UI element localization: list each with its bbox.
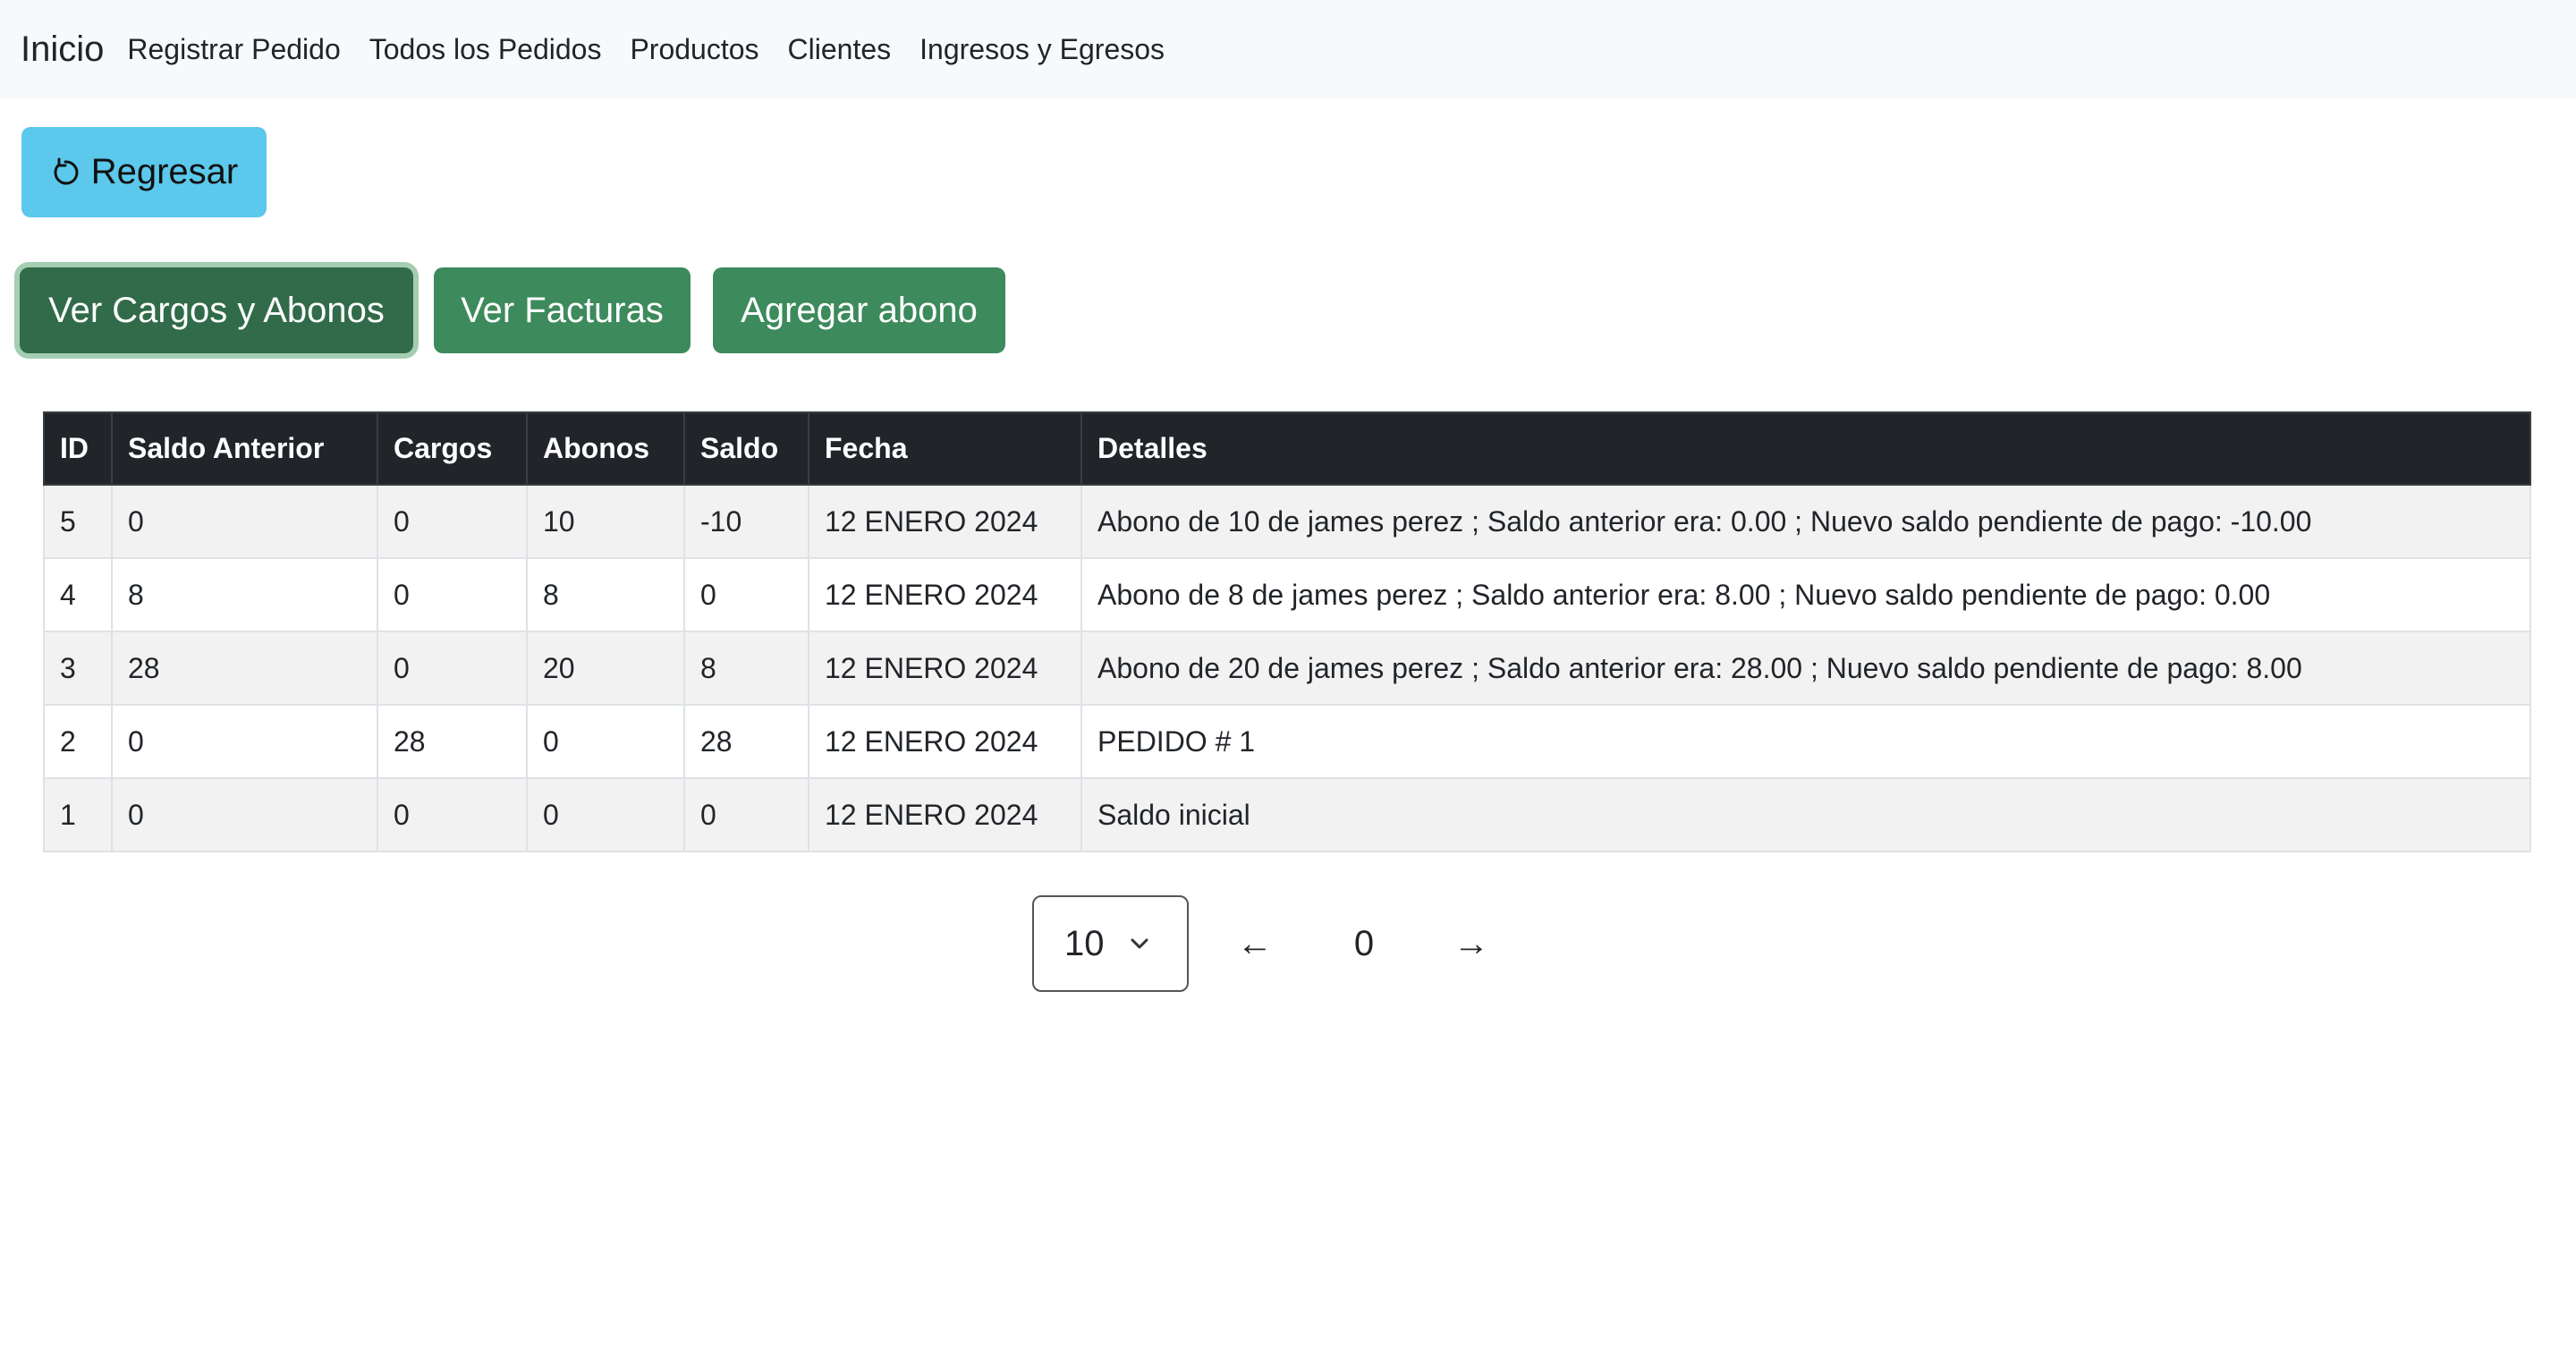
cell-saldo-anterior: 8 <box>111 557 378 632</box>
nav-link-clientes[interactable]: Clientes <box>788 33 892 66</box>
nav-link-ingresos-egresos[interactable]: Ingresos y Egresos <box>919 33 1165 66</box>
cell-detalles: Saldo inicial <box>1080 777 2531 852</box>
nav-brand-inicio[interactable]: Inicio <box>21 30 104 70</box>
app-screen: Inicio Registrar Pedido Todos los Pedido… <box>0 0 2576 1347</box>
cell-abonos: 0 <box>526 777 685 852</box>
ver-facturas-button[interactable]: Ver Facturas <box>434 267 691 353</box>
cell-abonos: 0 <box>526 704 685 779</box>
cell-cargos: 0 <box>377 631 528 706</box>
page-size-value: 10 <box>1064 923 1105 963</box>
back-button-label: Regresar <box>90 152 239 191</box>
cell-id: 5 <box>43 484 113 559</box>
prev-page-arrow-icon[interactable]: ← <box>1228 924 1282 964</box>
header-saldo: Saldo <box>683 411 809 486</box>
header-id: ID <box>43 411 113 486</box>
cell-saldo-anterior: 28 <box>111 631 378 706</box>
cell-abonos: 8 <box>526 557 685 632</box>
cell-fecha: 12 ENERO 2024 <box>808 704 1082 779</box>
agregar-abono-button[interactable]: Agregar abono <box>713 267 1005 353</box>
table-row: 1 0 0 0 0 12 ENERO 2024 Saldo inicial <box>43 777 2531 852</box>
cell-saldo-anterior: 0 <box>111 777 378 852</box>
chevron-down-icon <box>1130 937 1149 950</box>
cell-cargos: 28 <box>377 704 528 779</box>
nav-link-todos-los-pedidos[interactable]: Todos los Pedidos <box>369 33 602 66</box>
header-cargos: Cargos <box>377 411 528 486</box>
table-row: 4 8 0 8 0 12 ENERO 2024 Abono de 8 de ja… <box>43 557 2531 632</box>
cell-cargos: 0 <box>377 484 528 559</box>
table-row: 3 28 0 20 8 12 ENERO 2024 Abono de 20 de… <box>43 631 2531 706</box>
ledger-table: ID Saldo Anterior Cargos Abonos Saldo Fe… <box>43 411 2531 852</box>
header-fecha: Fecha <box>808 411 1082 486</box>
nav-link-registrar-pedido[interactable]: Registrar Pedido <box>127 33 340 66</box>
cell-fecha: 12 ENERO 2024 <box>808 631 1082 706</box>
header-abonos: Abonos <box>526 411 685 486</box>
cell-cargos: 0 <box>377 557 528 632</box>
nav-links: Registrar Pedido Todos los Pedidos Produ… <box>127 33 1193 66</box>
cell-id: 2 <box>43 704 113 779</box>
cell-detalles: Abono de 20 de james perez ; Saldo anter… <box>1080 631 2531 706</box>
page-size-select[interactable]: 10 <box>1032 895 1189 992</box>
cell-detalles: Abono de 8 de james perez ; Saldo anteri… <box>1080 557 2531 632</box>
cell-fecha: 12 ENERO 2024 <box>808 484 1082 559</box>
cell-abonos: 20 <box>526 631 685 706</box>
cell-id: 3 <box>43 631 113 706</box>
header-saldo-anterior: Saldo Anterior <box>111 411 378 486</box>
refresh-icon <box>50 157 80 188</box>
cell-saldo: 0 <box>683 557 809 632</box>
cell-fecha: 12 ENERO 2024 <box>808 777 1082 852</box>
cell-saldo: 28 <box>683 704 809 779</box>
current-page-number: 0 <box>1353 923 1375 963</box>
cell-saldo-anterior: 0 <box>111 704 378 779</box>
back-button[interactable]: Regresar <box>21 127 267 217</box>
pagination: 10 ← 0 → <box>1032 895 1498 992</box>
cell-saldo-anterior: 0 <box>111 484 378 559</box>
next-page-arrow-icon[interactable]: → <box>1445 924 1498 964</box>
cell-saldo: -10 <box>683 484 809 559</box>
nav-link-productos[interactable]: Productos <box>630 33 758 66</box>
ver-cargos-abonos-button[interactable]: Ver Cargos y Abonos <box>20 267 413 353</box>
cell-abonos: 10 <box>526 484 685 559</box>
cell-id: 4 <box>43 557 113 632</box>
cell-id: 1 <box>43 777 113 852</box>
cell-saldo: 0 <box>683 777 809 852</box>
header-row: ID Saldo Anterior Cargos Abonos Saldo Fe… <box>43 411 2531 486</box>
table-header: ID Saldo Anterior Cargos Abonos Saldo Fe… <box>43 411 2531 486</box>
cell-saldo: 8 <box>683 631 809 706</box>
table-body: 5 0 0 10 -10 12 ENERO 2024 Abono de 10 d… <box>43 484 2531 852</box>
table-row: 2 0 28 0 28 12 ENERO 2024 PEDIDO # 1 <box>43 704 2531 779</box>
navbar: Inicio Registrar Pedido Todos los Pedido… <box>0 0 2576 98</box>
cell-detalles: Abono de 10 de james perez ; Saldo anter… <box>1080 484 2531 559</box>
table-row: 5 0 0 10 -10 12 ENERO 2024 Abono de 10 d… <box>43 484 2531 559</box>
cell-cargos: 0 <box>377 777 528 852</box>
cell-detalles: PEDIDO # 1 <box>1080 704 2531 779</box>
cell-fecha: 12 ENERO 2024 <box>808 557 1082 632</box>
header-detalles: Detalles <box>1080 411 2531 486</box>
